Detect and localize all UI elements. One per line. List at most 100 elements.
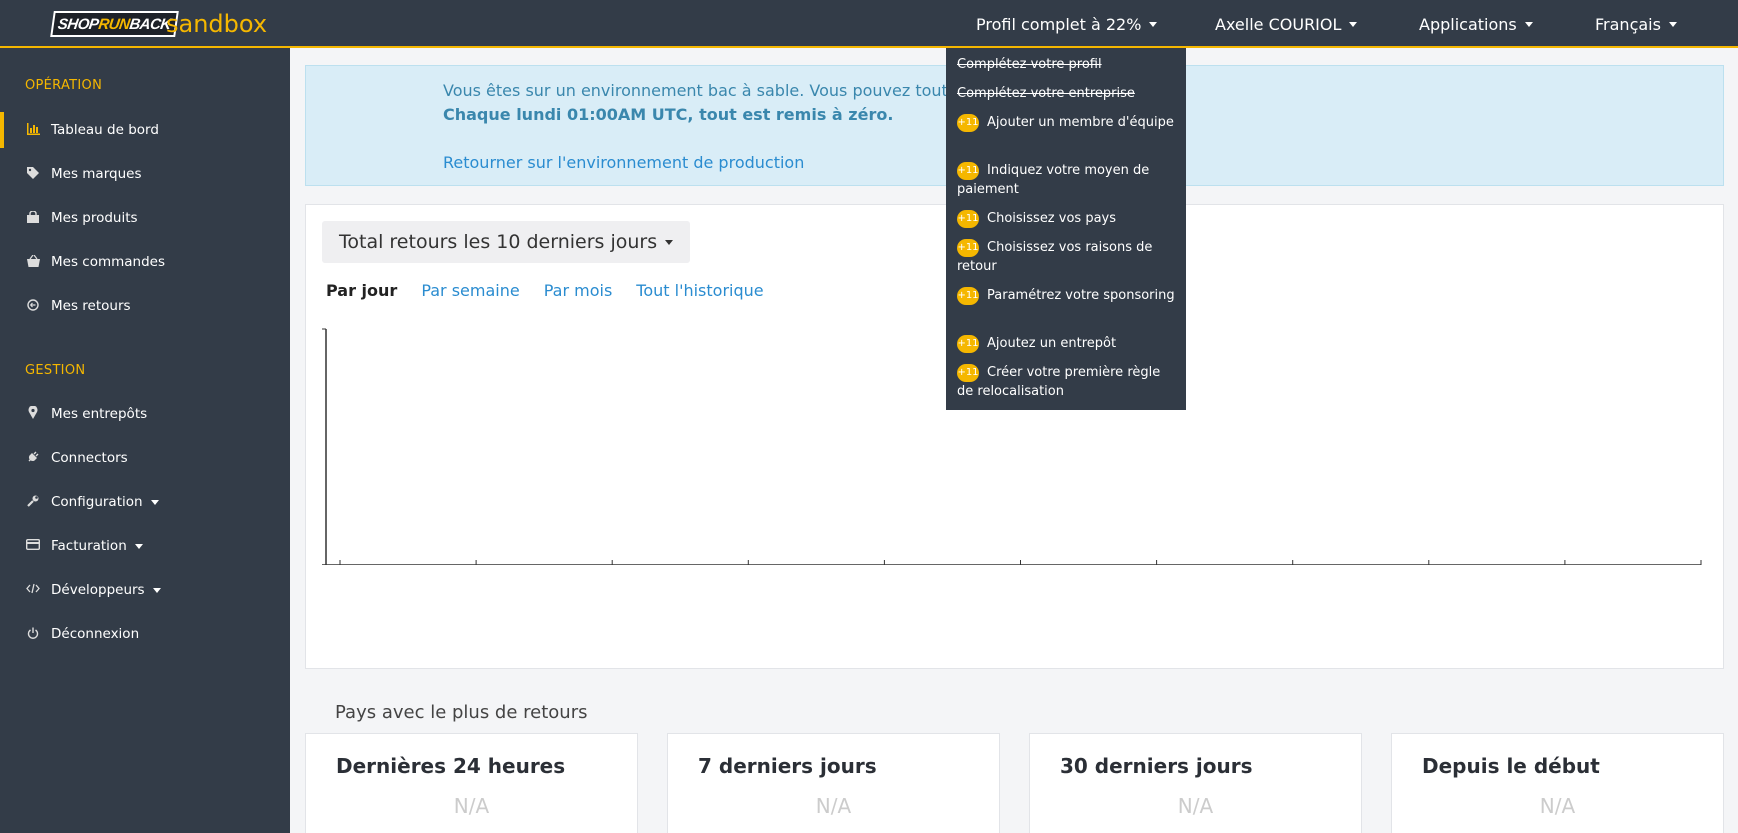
map-marker-icon bbox=[25, 405, 41, 422]
menu-item-label: Indiquez votre moyen de paiement bbox=[957, 163, 1150, 197]
sidebar-item-brands[interactable]: Mes marques bbox=[0, 156, 290, 192]
points-badge: +11 bbox=[957, 113, 979, 132]
top-navbar: SHOP RUN BACK sandbox Profil complet à 22%… bbox=[0, 0, 1738, 48]
menu-item-label: Choisissez vos pays bbox=[987, 211, 1117, 226]
menu-item-complete-profile[interactable]: Complétez votre profil bbox=[957, 55, 1177, 74]
chevron-down-icon bbox=[1524, 21, 1533, 27]
sidebar-item-developers[interactable]: Développeurs bbox=[0, 572, 290, 608]
stat-heading: 30 derniers jours bbox=[1060, 754, 1253, 778]
menu-item-return-reasons[interactable]: +11 Choisissez vos raisons de retour bbox=[957, 238, 1177, 276]
sidebar-item-label: Mes commandes bbox=[51, 254, 165, 270]
points-badge: +11 bbox=[957, 238, 979, 257]
menu-item-add-team-member[interactable]: +11 Ajouter un membre d'équipe bbox=[957, 113, 1177, 132]
menu-item-relocation-rule[interactable]: +11 Créer votre première règle de relocal… bbox=[957, 363, 1177, 401]
plug-icon bbox=[25, 451, 41, 466]
shoprunback-logo[interactable]: SHOP RUN BACK bbox=[50, 11, 179, 37]
menu-item-label: Ajoutez un entrepôt bbox=[987, 336, 1117, 351]
section-title-operation: OPÉRATION bbox=[25, 78, 103, 93]
applications-label: Applications bbox=[1419, 14, 1517, 34]
applications-dropdown[interactable]: Applications bbox=[1419, 0, 1533, 48]
chevron-down-icon bbox=[1349, 21, 1358, 27]
tab-all-history[interactable]: Tout l'historique bbox=[636, 281, 763, 300]
menu-item-label: Paramétrez votre sponsoring bbox=[987, 288, 1175, 303]
language-dropdown[interactable]: Français bbox=[1595, 0, 1677, 48]
stat-card-24h: Dernières 24 heures N/A bbox=[305, 733, 638, 833]
tag-icon bbox=[25, 166, 41, 182]
stat-value: N/A bbox=[1539, 794, 1576, 818]
sidebar-item-dashboard[interactable]: Tableau de bord bbox=[0, 112, 290, 148]
profile-completion-menu: Complétez votre profil Complétez votre e… bbox=[946, 48, 1186, 410]
stat-value: N/A bbox=[453, 794, 490, 818]
sidebar-item-label: Développeurs bbox=[51, 582, 145, 598]
sidebar-item-label: Configuration bbox=[51, 494, 143, 510]
tab-per-month[interactable]: Par mois bbox=[544, 281, 613, 300]
tab-per-day[interactable]: Par jour bbox=[326, 281, 397, 300]
points-badge: +11 bbox=[957, 161, 979, 180]
sidebar-item-configuration[interactable]: Configuration bbox=[0, 484, 290, 520]
chevron-down-icon bbox=[1149, 21, 1158, 27]
sidebar-item-logout[interactable]: Déconnexion bbox=[0, 616, 290, 652]
sidebar-item-label: Déconnexion bbox=[51, 626, 140, 642]
menu-item-complete-company[interactable]: Complétez votre entreprise bbox=[957, 84, 1177, 103]
banner-text: Vous êtes sur un environnement bac à sab… bbox=[443, 81, 948, 100]
logo-text-run: RUN bbox=[97, 15, 131, 33]
sidebar-item-label: Tableau de bord bbox=[51, 122, 159, 138]
menu-item-label: Créer votre première règle de relocalisa… bbox=[957, 365, 1161, 399]
sidebar-item-label: Mes entrepôts bbox=[51, 406, 148, 422]
bar-chart-icon bbox=[25, 122, 41, 138]
menu-item-label: Complétez votre profil bbox=[957, 57, 1102, 72]
countries-section-title: Pays avec le plus de retours bbox=[335, 702, 588, 723]
chevron-down-icon bbox=[1668, 21, 1677, 27]
tab-per-week[interactable]: Par semaine bbox=[421, 281, 519, 300]
return-icon bbox=[25, 298, 41, 314]
period-tabs: Par jour Par semaine Par mois Tout l'his… bbox=[326, 281, 788, 300]
menu-item-label: Ajouter un membre d'équipe bbox=[987, 115, 1174, 130]
shopping-bag-icon bbox=[25, 209, 41, 226]
credit-card-icon bbox=[25, 538, 41, 553]
points-badge: +11 bbox=[957, 209, 979, 228]
stat-heading: Dernières 24 heures bbox=[336, 754, 566, 778]
sidebar-item-products[interactable]: Mes produits bbox=[0, 200, 290, 236]
power-icon bbox=[25, 627, 41, 642]
sidebar-item-label: Mes marques bbox=[51, 166, 142, 182]
banner-reset-notice: Chaque lundi 01:00AM UTC, tout est remis… bbox=[443, 105, 894, 124]
basket-icon bbox=[25, 254, 41, 270]
stat-heading: Depuis le début bbox=[1422, 754, 1600, 778]
sidebar-item-label: Facturation bbox=[51, 538, 127, 554]
sidebar-item-label: Mes retours bbox=[51, 298, 131, 314]
sidebar: OPÉRATION Tableau de bord Mes marques Me… bbox=[0, 48, 290, 833]
sidebar-item-label: Mes produits bbox=[51, 210, 138, 226]
menu-item-add-warehouse[interactable]: +11 Ajoutez un entrepôt bbox=[957, 334, 1177, 353]
menu-item-choose-countries[interactable]: +11 Choisissez vos pays bbox=[957, 209, 1177, 228]
profile-completion-dropdown[interactable]: Profil complet à 22% bbox=[976, 0, 1158, 48]
chart-period-label: Total retours les 10 derniers jours bbox=[339, 231, 658, 253]
sidebar-item-returns[interactable]: Mes retours bbox=[0, 288, 290, 324]
production-link[interactable]: Retourner sur l'environnement de product… bbox=[443, 153, 804, 172]
menu-item-label: Choisissez vos raisons de retour bbox=[957, 240, 1153, 274]
wrench-icon bbox=[25, 495, 41, 510]
stat-card-30d: 30 derniers jours N/A bbox=[1029, 733, 1362, 833]
code-icon bbox=[25, 583, 41, 597]
sidebar-item-label: Connectors bbox=[51, 450, 128, 466]
chevron-down-icon bbox=[665, 239, 674, 245]
stat-card-all-time: Depuis le début N/A bbox=[1391, 733, 1724, 833]
sidebar-item-orders[interactable]: Mes commandes bbox=[0, 244, 290, 280]
chevron-down-icon bbox=[150, 499, 159, 505]
sidebar-item-connectors[interactable]: Connectors bbox=[0, 440, 290, 476]
stat-value: N/A bbox=[1177, 794, 1214, 818]
menu-item-sponsoring[interactable]: +11 Paramétrez votre sponsoring bbox=[957, 286, 1177, 305]
sidebar-item-billing[interactable]: Facturation bbox=[0, 528, 290, 564]
stat-heading: 7 derniers jours bbox=[698, 754, 877, 778]
logo-text-shop: SHOP bbox=[56, 15, 100, 33]
stat-card-7d: 7 derniers jours N/A bbox=[667, 733, 1000, 833]
chart-period-dropdown[interactable]: Total retours les 10 derniers jours bbox=[322, 221, 691, 263]
menu-item-payment-method[interactable]: +11 Indiquez votre moyen de paiement bbox=[957, 161, 1177, 199]
points-badge: +11 bbox=[957, 334, 979, 353]
profile-completion-label: Profil complet à 22% bbox=[976, 14, 1142, 34]
sidebar-item-warehouses[interactable]: Mes entrepôts bbox=[0, 396, 290, 432]
environment-label: sandbox bbox=[166, 10, 268, 38]
section-title-gestion: GESTION bbox=[25, 363, 86, 378]
user-dropdown[interactable]: Axelle COURIOL bbox=[1215, 0, 1358, 48]
points-badge: +11 bbox=[957, 286, 979, 305]
language-label: Français bbox=[1595, 14, 1661, 34]
